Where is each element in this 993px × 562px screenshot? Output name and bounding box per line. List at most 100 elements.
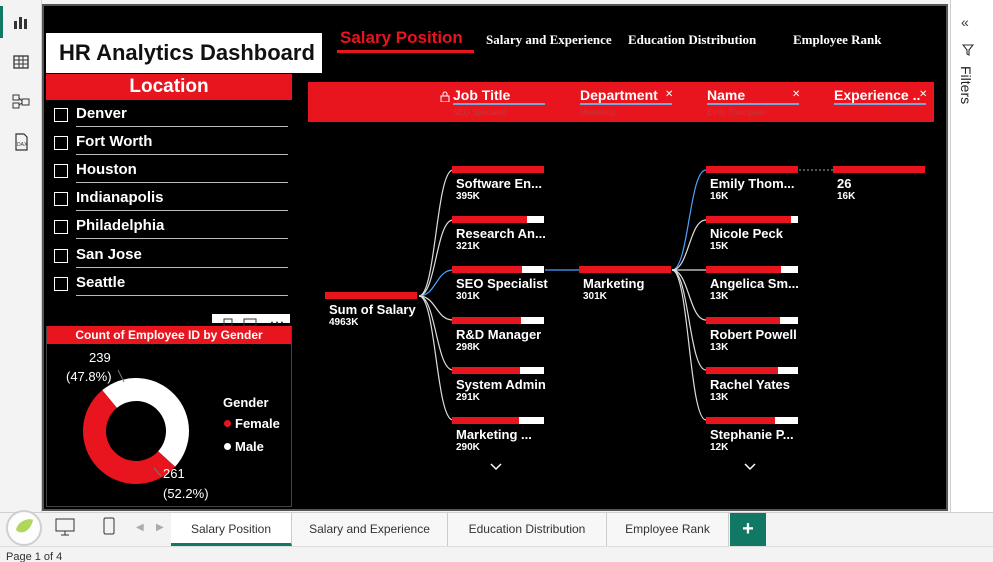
level-underline (834, 103, 926, 105)
visual-header-toolbar[interactable] (212, 314, 290, 327)
remove-level-name-icon[interactable]: ✕ (792, 89, 800, 100)
nav-employee-rank[interactable]: Employee Rank (793, 32, 881, 48)
location-option-indianapolis[interactable]: Indianapolis (54, 188, 290, 212)
legend-item-male[interactable]: Male (224, 439, 294, 455)
checkbox[interactable] (54, 249, 68, 263)
legend-label-female: Female (235, 416, 280, 431)
data-label-male-pct: (47.8%) (66, 369, 112, 384)
report-view-button[interactable] (8, 9, 34, 35)
add-page-button[interactable]: + (730, 513, 766, 546)
table-view-button[interactable] (8, 49, 34, 75)
node-label: SEO Specialist (456, 276, 548, 291)
divider (76, 126, 288, 127)
node-label: Marketing ... (456, 427, 532, 442)
location-option-fort-worth[interactable]: Fort Worth (54, 132, 290, 156)
node-value: 13K (710, 392, 729, 403)
checkbox[interactable] (54, 164, 68, 178)
node-label: Research An... (456, 226, 546, 241)
collapse-pane-icon[interactable]: « (961, 14, 969, 30)
table-icon (13, 55, 29, 69)
node-bar (706, 216, 791, 223)
location-slicer-title: Location (46, 74, 292, 100)
node-bar (706, 367, 778, 374)
divider (76, 295, 288, 296)
nav-education-distribution[interactable]: Education Distribution (628, 32, 756, 48)
node-value: 15K (710, 241, 729, 252)
remove-level-department-icon[interactable]: ✕ (665, 89, 673, 100)
node-value: 4963K (329, 317, 359, 328)
node-value: 298K (456, 342, 480, 353)
node-bar (452, 367, 521, 374)
chevron-down-icon[interactable] (744, 460, 756, 474)
chevron-down-icon[interactable] (490, 460, 502, 474)
node-bar (706, 166, 798, 173)
checkbox[interactable] (54, 192, 68, 206)
page-title: HR Analytics Dashboard (59, 40, 315, 65)
location-label: Denver (76, 105, 127, 122)
page-indicator: Page 1 of 4 (6, 551, 63, 562)
nav-salary-experience[interactable]: Salary and Experience (486, 32, 612, 48)
location-label: Houston (76, 161, 137, 178)
node-label: Angelica Sm... (710, 276, 799, 291)
legend-item-female[interactable]: Female (224, 416, 294, 432)
location-option-san-jose[interactable]: San Jose (54, 245, 290, 269)
remove-level-experience-icon[interactable]: ✕ (919, 89, 927, 100)
location-label: Seattle (76, 274, 126, 291)
filters-pane-label[interactable]: Filters (958, 66, 974, 104)
page-tab-salary-position[interactable]: Salary Position (171, 513, 292, 546)
scroll-tabs-right-icon[interactable]: ▶ (156, 522, 164, 533)
level-underline (453, 103, 545, 105)
node-label: Robert Powell (710, 327, 797, 342)
divider (76, 182, 288, 183)
data-label-female-count: 261 (163, 466, 185, 481)
checkbox[interactable] (54, 136, 68, 150)
gender-chart-title: Count of Employee ID by Gender (47, 326, 291, 344)
node-bar (452, 317, 521, 324)
node-bar (452, 216, 527, 223)
checkbox[interactable] (54, 220, 68, 234)
legend-title: Gender (223, 395, 269, 410)
level-title-experience[interactable]: Experience ... (834, 87, 920, 103)
mobile-layout-icon[interactable] (103, 517, 115, 535)
level-title-job-title[interactable]: Job Title (453, 87, 545, 103)
location-option-seattle[interactable]: Seattle (54, 273, 290, 297)
node-label: Software En... (456, 176, 542, 191)
watermark-logo-icon (6, 510, 42, 546)
level-selection-job-title: SEO Specialist (453, 108, 507, 117)
page-tab-salary-experience[interactable]: Salary and Experience (292, 513, 448, 546)
node-bar (706, 417, 775, 424)
filter-funnel-icon[interactable] (962, 44, 974, 56)
node-value: 16K (710, 191, 729, 202)
node-label: R&D Manager (456, 327, 542, 342)
bar-chart-icon (14, 17, 27, 29)
node-bar (706, 266, 781, 273)
node-bar (325, 292, 417, 299)
level-title-name[interactable]: Name (707, 87, 799, 103)
divider (76, 238, 288, 239)
location-label: San Jose (76, 246, 142, 263)
page-tab-employee-rank[interactable]: Employee Rank (607, 513, 729, 546)
level-underline (707, 103, 799, 105)
checkbox[interactable] (54, 108, 68, 122)
level-title-department[interactable]: Department (580, 87, 672, 103)
location-option-denver[interactable]: Denver (54, 104, 290, 128)
node-bar (579, 266, 671, 273)
checkbox[interactable] (54, 277, 68, 291)
node-label: Marketing (583, 276, 645, 291)
node-value: 301K (583, 291, 607, 302)
location-option-philadelphia[interactable]: Philadelphia (54, 216, 290, 240)
location-option-houston[interactable]: Houston (54, 160, 290, 184)
location-label: Fort Worth (76, 133, 153, 150)
scroll-tabs-left-icon[interactable]: ◀ (136, 522, 144, 533)
page-tab-education-distribution[interactable]: Education Distribution (448, 513, 607, 546)
legend-marker-female (224, 420, 231, 427)
node-label: Stephanie P... (710, 427, 794, 442)
legend-label-male: Male (235, 439, 264, 454)
nav-salary-position[interactable]: Salary Position (340, 28, 463, 48)
model-view-button[interactable] (8, 89, 34, 115)
dax-query-view-button[interactable]: DAX (8, 129, 34, 155)
node-value: 291K (456, 392, 480, 403)
node-value: 13K (710, 291, 729, 302)
node-bar (452, 266, 522, 273)
desktop-layout-icon[interactable] (55, 518, 75, 536)
